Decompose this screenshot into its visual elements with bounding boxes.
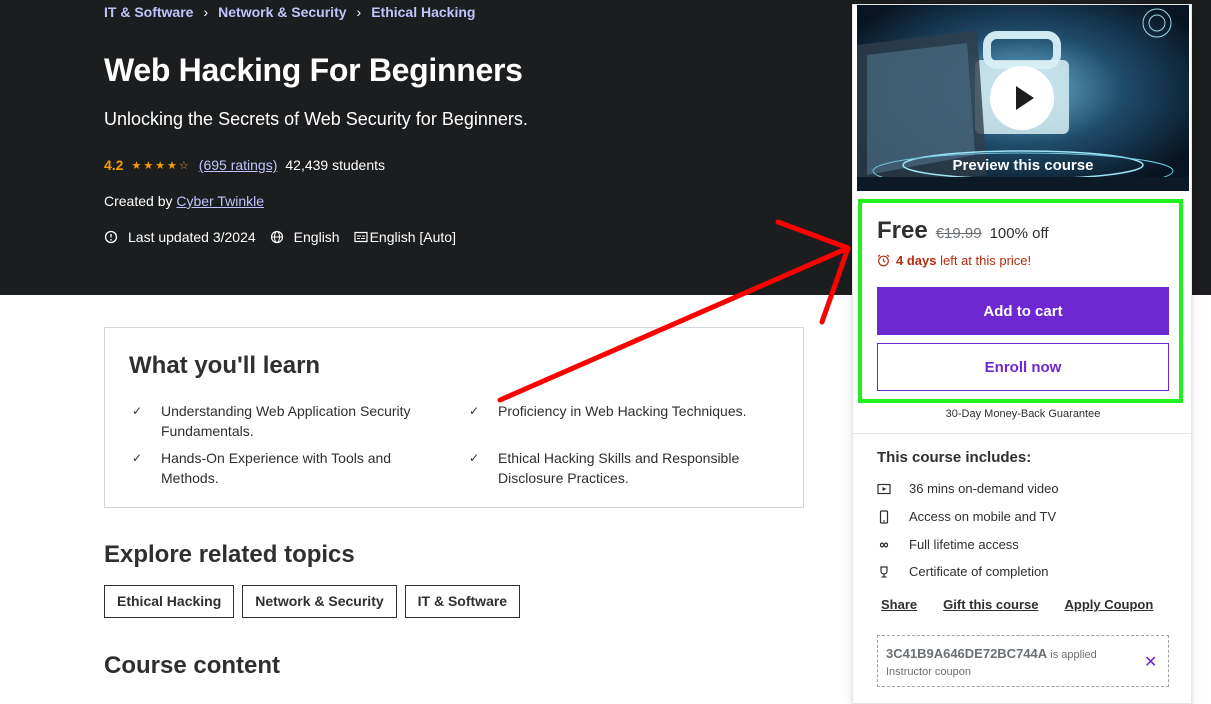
course-title: Web Hacking For Beginners [104, 52, 523, 88]
check-icon: ✓ [469, 451, 480, 465]
coupon-applied-text: is applied [1050, 649, 1097, 661]
play-icon[interactable] [990, 66, 1054, 130]
alert-clock-icon [104, 230, 118, 244]
rating-number: 4.2 [104, 157, 124, 173]
globe-icon [270, 230, 283, 244]
sidebar-links: Share Gift this course Apply Coupon [881, 597, 1153, 612]
related-topics-title: Explore related topics [104, 541, 355, 568]
trophy-icon [880, 565, 888, 578]
course-language: English [293, 229, 340, 245]
rating-row: 4.2 ★★★★☆ (695 ratings) 42,439 students [104, 157, 385, 173]
check-icon: ✓ [469, 404, 480, 418]
include-label: 36 mins on-demand video [909, 481, 1059, 496]
course-preview[interactable]: Preview this course [857, 5, 1189, 191]
course-meta: Last updated 3/2024 English English [Aut… [104, 229, 470, 245]
check-icon: ✓ [132, 404, 143, 418]
course-subtitle: Unlocking the Secrets of Web Security fo… [104, 109, 528, 129]
captions-icon [353, 231, 368, 243]
learn-item: Hands-On Experience with Tools and Metho… [161, 450, 392, 486]
include-label: Access on mobile and TV [909, 509, 1057, 524]
learn-item: Proficiency in Web Hacking Techniques. [498, 403, 747, 419]
students-count: 42,439 students [285, 157, 386, 173]
include-item-lifetime: Full lifetime access [877, 537, 1019, 552]
topic-network-security[interactable]: Network & Security [242, 585, 397, 618]
apply-coupon-link[interactable]: Apply Coupon [1065, 597, 1154, 612]
highlight-box [858, 199, 1183, 403]
applied-coupon-box: 3C41B9A646DE72BC744A is applied Instruct… [877, 635, 1169, 687]
star-rating-icon: ★★★★☆ [131, 159, 191, 172]
coupon-type: Instructor coupon [886, 666, 971, 678]
breadcrumb-item-it-software[interactable]: IT & Software [104, 4, 193, 20]
ratings-count-link[interactable]: (695 ratings) [199, 157, 278, 173]
topic-ethical-hacking[interactable]: Ethical Hacking [104, 585, 235, 618]
course-captions: English [Auto] [369, 229, 456, 245]
include-item-mobile: Access on mobile and TV [877, 509, 1056, 524]
topic-it-software[interactable]: IT & Software [404, 585, 521, 618]
chevron-right-icon: › [203, 4, 209, 20]
coupon-code: 3C41B9A646DE72BC744A [886, 646, 1047, 661]
divider [853, 433, 1193, 434]
share-link[interactable]: Share [881, 597, 917, 612]
mobile-icon [879, 509, 889, 524]
author-link[interactable]: Cyber Twinkle [176, 193, 264, 209]
include-label: Certificate of completion [909, 564, 1049, 579]
money-back-guarantee: 30-Day Money-Back Guarantee [945, 408, 1101, 420]
coupon-code-line: 3C41B9A646DE72BC744A is applied [886, 646, 1097, 661]
preview-label: Preview this course [952, 157, 1094, 174]
includes-title: This course includes: [877, 449, 1032, 466]
video-icon [877, 483, 891, 494]
include-label: Full lifetime access [909, 537, 1019, 552]
gift-course-link[interactable]: Gift this course [943, 597, 1038, 612]
close-icon[interactable]: ✕ [1144, 652, 1157, 672]
breadcrumb-item-ethical-hacking[interactable]: Ethical Hacking [371, 4, 475, 20]
learn-item: Understanding Web Application Security F… [161, 403, 411, 439]
learn-title: What you'll learn [129, 352, 321, 379]
created-by-label: Created by [104, 193, 173, 209]
breadcrumb: IT & Software › Network & Security › Eth… [104, 4, 475, 20]
learn-item: Ethical Hacking Skills and Responsible D… [498, 450, 740, 486]
infinity-icon [879, 542, 889, 547]
course-content-title: Course content [104, 652, 281, 679]
chevron-right-icon: › [356, 4, 362, 20]
breadcrumb-item-network-security[interactable]: Network & Security [218, 4, 346, 20]
created-by: Created by Cyber Twinkle [104, 193, 264, 209]
related-topics-list: Ethical Hacking Network & Security IT & … [104, 585, 521, 618]
include-item-certificate: Certificate of completion [877, 564, 1048, 579]
check-icon: ✓ [132, 451, 143, 465]
what-youll-learn-box: What you'll learn ✓ Understanding Web Ap… [104, 327, 804, 508]
last-updated: Last updated 3/2024 [128, 229, 256, 245]
include-item-video: 36 mins on-demand video [877, 481, 1059, 496]
